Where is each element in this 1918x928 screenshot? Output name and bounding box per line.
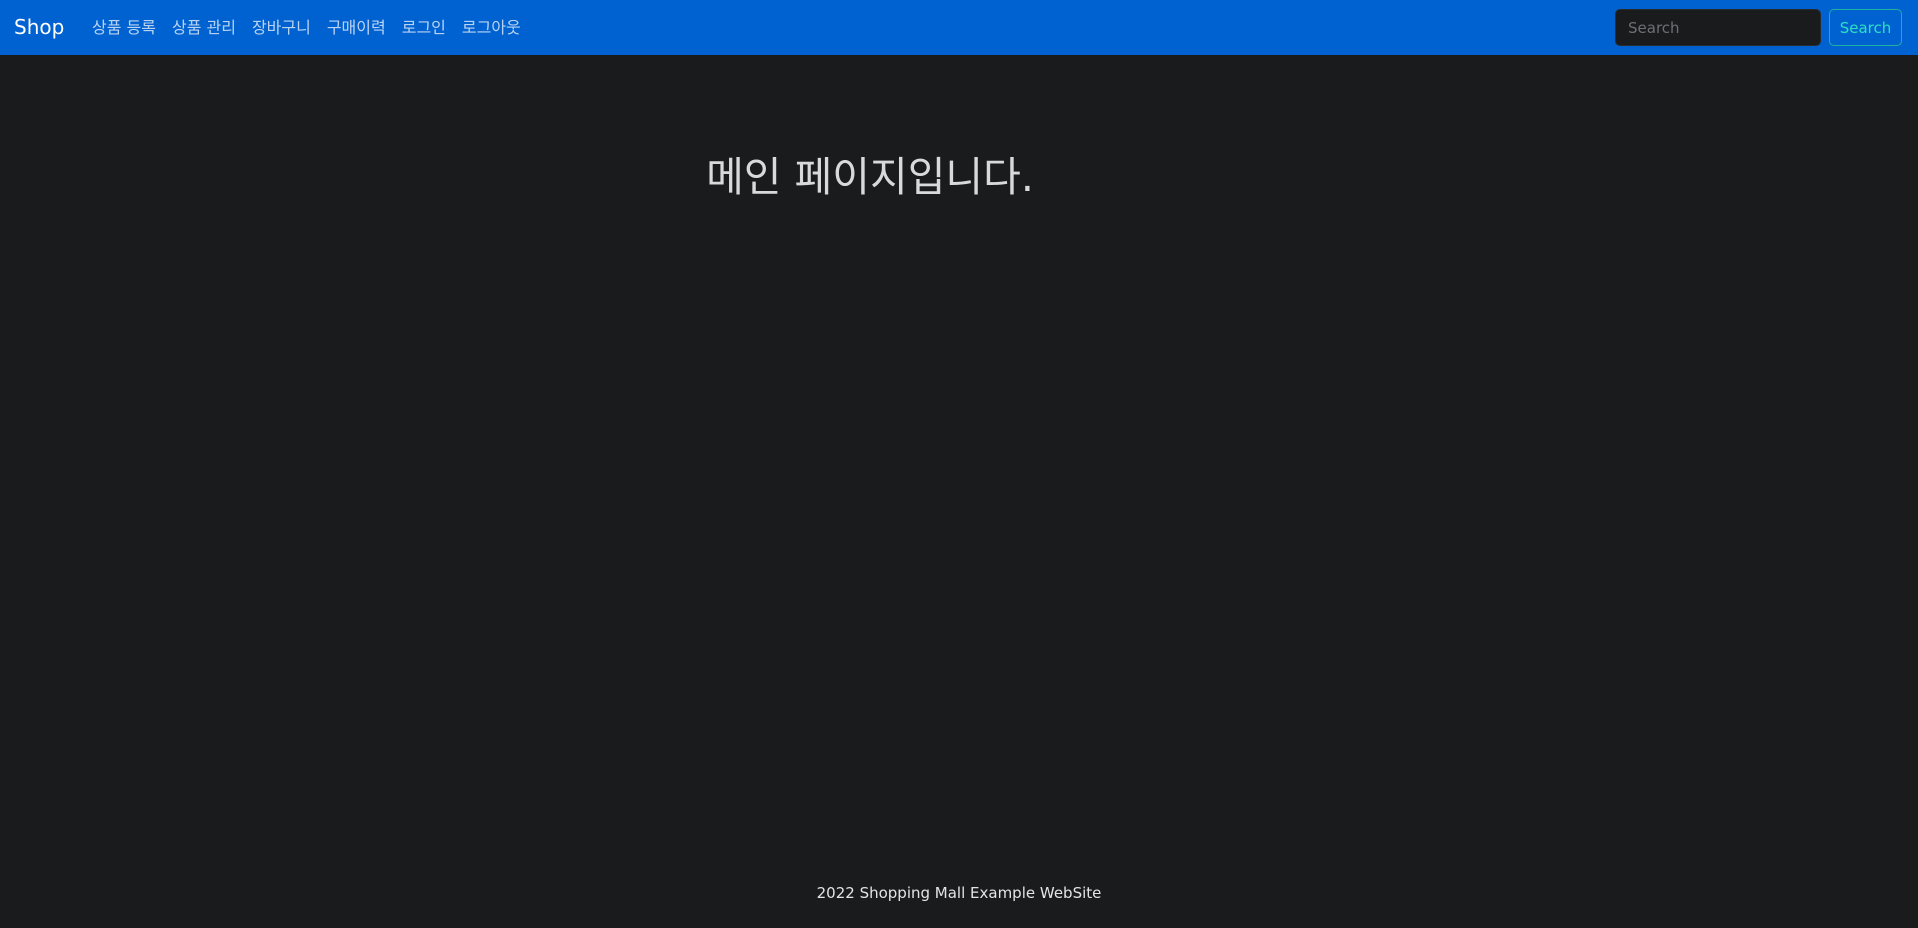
nav-link-product-register[interactable]: 상품 등록 xyxy=(84,17,164,39)
search-button[interactable]: Search xyxy=(1829,9,1902,46)
nav-link-login[interactable]: 로그인 xyxy=(394,17,454,39)
search-form: Search xyxy=(1615,9,1902,46)
top-navbar: Shop 상품 등록 상품 관리 장바구니 구매이력 로그인 로그아웃 Sear… xyxy=(0,0,1918,55)
nav-link-order-history[interactable]: 구매이력 xyxy=(319,17,394,39)
nav-link-product-manage[interactable]: 상품 관리 xyxy=(164,17,244,39)
nav-link-logout[interactable]: 로그아웃 xyxy=(454,17,529,39)
search-input[interactable] xyxy=(1615,9,1821,46)
nav-link-cart[interactable]: 장바구니 xyxy=(244,17,319,39)
footer-text: 2022 Shopping Mall Example WebSite xyxy=(816,884,1102,902)
page-title: 메인 페이지입니다. xyxy=(706,153,1034,201)
brand-link[interactable]: Shop xyxy=(14,14,64,40)
nav-links: 상품 등록 상품 관리 장바구니 구매이력 로그인 로그아웃 xyxy=(84,0,529,55)
